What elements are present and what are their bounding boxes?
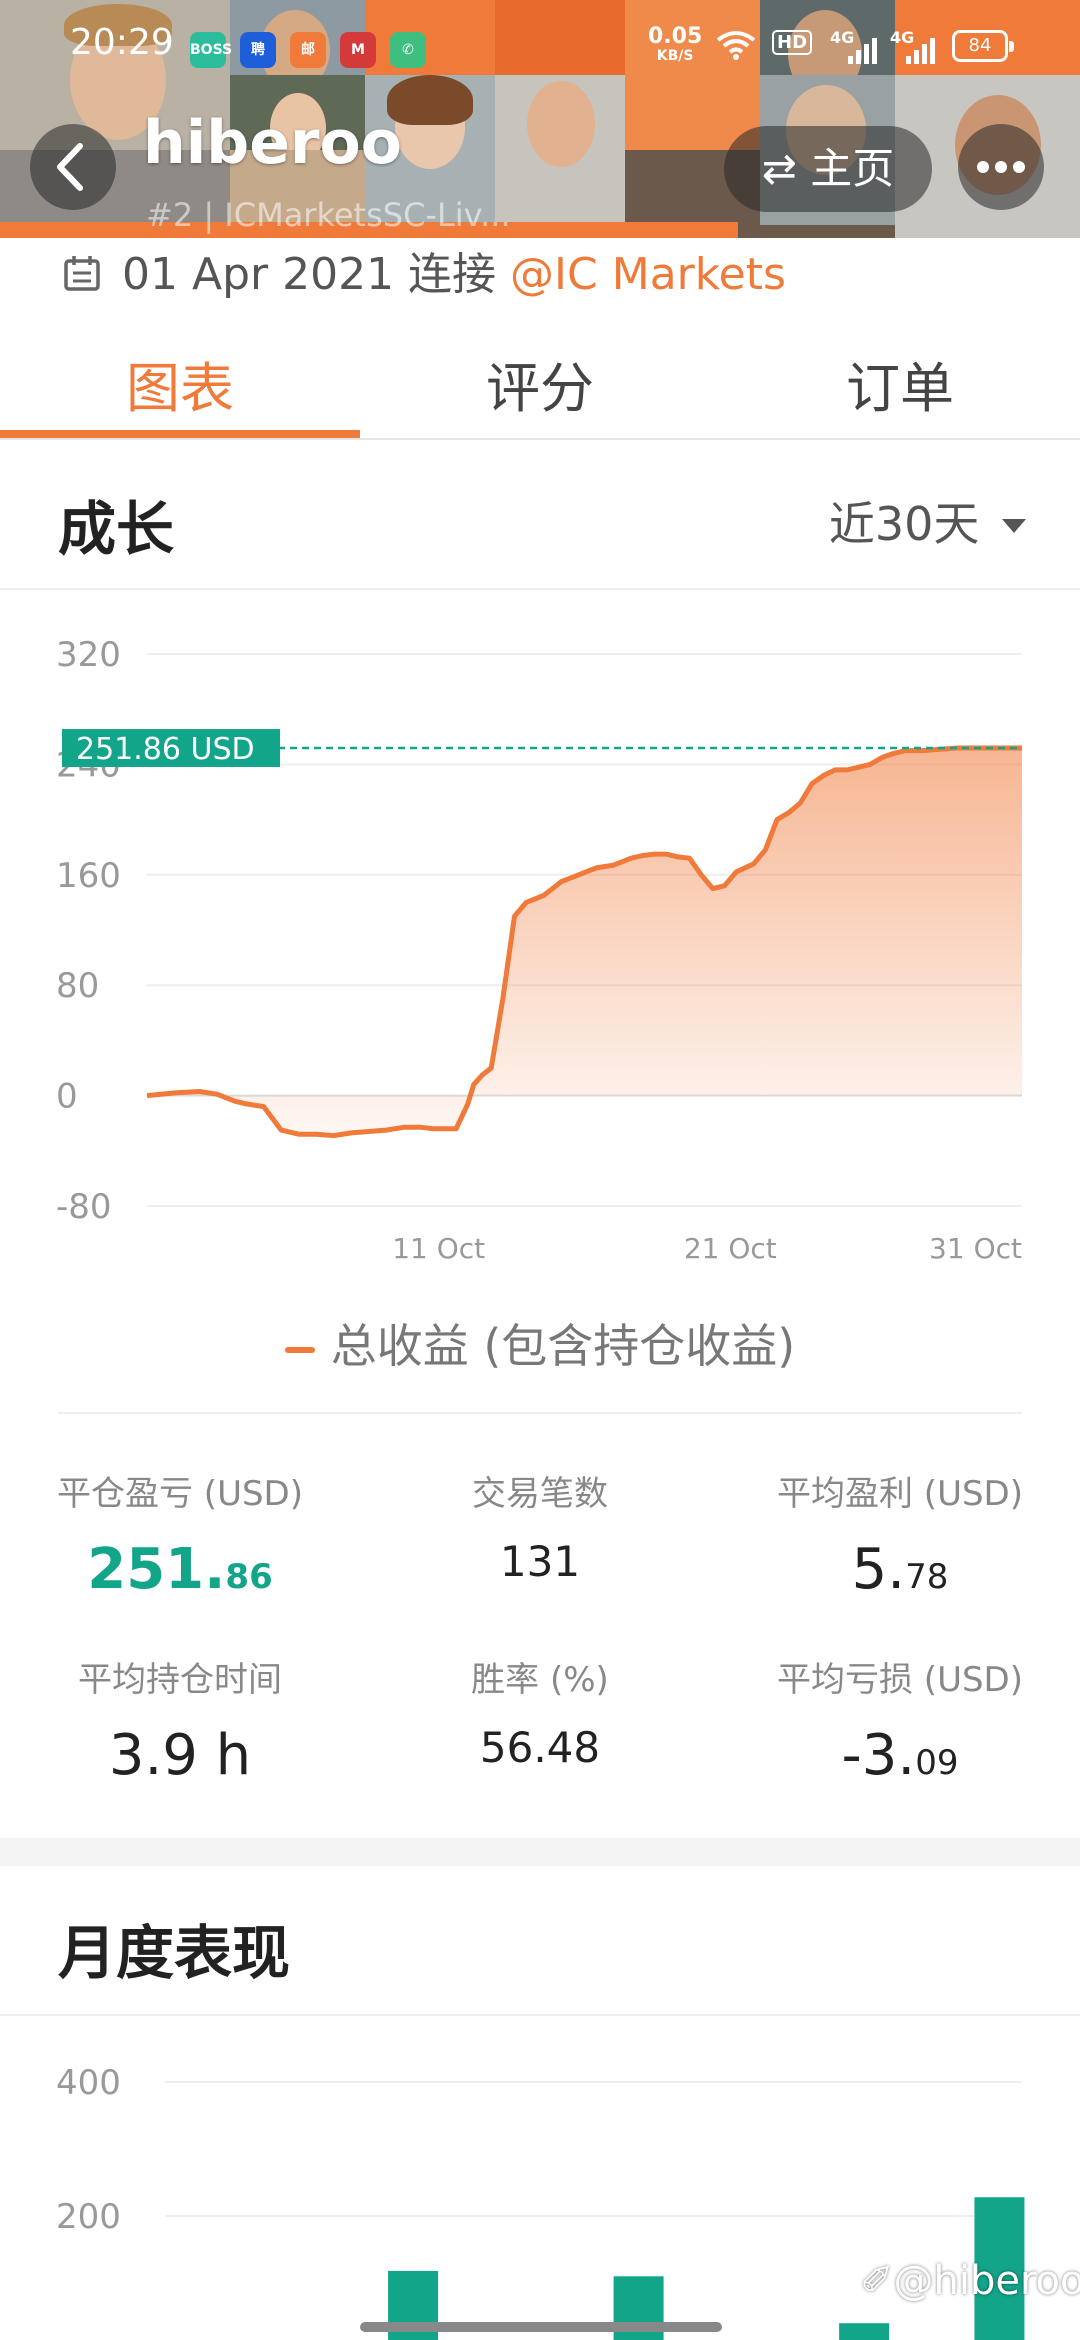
- bank-app-icon: M: [340, 32, 376, 68]
- stat-value-int: 5.: [851, 1537, 906, 1602]
- back-arrow-icon: [57, 143, 83, 191]
- monthly-title: 月度表现: [58, 1919, 291, 1987]
- stat-value-dec: 86: [225, 1557, 273, 1597]
- legend-swatch: [284, 1346, 315, 1353]
- stat-avg-hold-time: 平均持仓时间 3.9 h: [10, 1652, 350, 1788]
- x-tick-label: 11 Oct: [392, 1232, 485, 1265]
- profile-header: 20:29 BOSS 聘 邮 M ✆ 0.05 KB/S HD 4G 4G 84: [0, 0, 1080, 238]
- x-tick-label: 31 Oct: [929, 1232, 1022, 1265]
- section-gap: [0, 1838, 1080, 1866]
- chart-legend: 总收益 (包含持仓收益): [0, 1310, 1080, 1376]
- back-button[interactable]: [30, 124, 116, 210]
- signal-icon: [848, 38, 877, 64]
- stat-label: 平均持仓时间: [78, 1660, 282, 1700]
- stat-value: 56.48: [370, 1723, 710, 1772]
- connect-info: 01 Apr 2021 连接 @IC Markets: [62, 238, 786, 300]
- y-tick-label: 0: [56, 1077, 78, 1117]
- wifi-icon: [716, 31, 756, 60]
- stat-value-int: 251.: [87, 1537, 226, 1602]
- stat-value-dec: 09: [915, 1743, 959, 1783]
- divider: [0, 588, 1080, 590]
- caret-down-icon: [1002, 519, 1026, 533]
- network-speed-unit: KB/S: [656, 48, 694, 64]
- mail-app-icon: 邮: [290, 32, 326, 68]
- stat-trade-count: 交易笔数 131: [370, 1466, 710, 1586]
- y-tick-label: 160: [56, 856, 121, 896]
- growth-title: 成长: [58, 495, 175, 563]
- broker-link[interactable]: @IC Markets: [510, 249, 786, 300]
- stat-value: 3.9 h: [10, 1723, 350, 1788]
- trader-name: hiberoo: [143, 108, 402, 178]
- signal-icon: [906, 38, 935, 64]
- current-value-label: 251.86 USD: [62, 729, 280, 768]
- legend-label: 总收益 (包含持仓收益): [330, 1319, 796, 1373]
- status-bar: 20:29 BOSS 聘 邮 M ✆ 0.05 KB/S HD 4G 4G 84: [0, 0, 1080, 90]
- stat-value: 131: [370, 1537, 710, 1586]
- monthly-bar: [839, 2323, 890, 2340]
- active-tab-indicator: [0, 430, 360, 438]
- stat-avg-loss: 平均亏损 (USD) -3.09: [730, 1652, 1070, 1788]
- tab-orders[interactable]: 订单: [720, 344, 1080, 423]
- stat-label: 平均盈利 (USD): [777, 1474, 1023, 1514]
- more-button[interactable]: [958, 124, 1044, 210]
- tab-chart[interactable]: 图表: [0, 344, 360, 423]
- period-label: 近30天: [828, 497, 980, 551]
- status-time: 20:29: [70, 22, 174, 63]
- tab-rating[interactable]: 评分: [360, 344, 720, 423]
- stat-win-rate: 胜率 (%) 56.48: [370, 1652, 710, 1772]
- stat-value: -3.09: [730, 1723, 1070, 1788]
- home-button[interactable]: ⇄ 主页: [724, 126, 932, 212]
- y-tick-label: 80: [56, 966, 99, 1006]
- stat-value-dec: 78: [905, 1557, 949, 1597]
- recruit-app-icon: 聘: [240, 32, 276, 68]
- y-tick-label: -80: [56, 1187, 112, 1227]
- divider: [0, 2014, 1080, 2016]
- period-dropdown[interactable]: 近30天: [829, 488, 1028, 554]
- stat-label: 平仓盈亏 (USD): [57, 1474, 303, 1514]
- boss-app-icon: BOSS: [190, 32, 232, 68]
- account-subtitle: #2 | ICMarketsSC-Liv...: [146, 196, 511, 234]
- growth-area: [147, 748, 1022, 1136]
- watermark: ✐@hiberoo: [860, 2258, 1080, 2304]
- y-tick-label: 400: [56, 2063, 121, 2103]
- stat-value-int: 131: [499, 1537, 581, 1586]
- divider: [0, 438, 1080, 440]
- home-indicator[interactable]: [360, 2322, 722, 2332]
- network-speed-value: 0.05: [648, 24, 703, 49]
- stat-value-int: -3.: [841, 1723, 916, 1788]
- network-speed: 0.05 KB/S: [648, 24, 703, 65]
- stat-value: 251.86: [10, 1537, 350, 1602]
- background-photo: [495, 75, 625, 225]
- y-tick-label: 200: [56, 2197, 121, 2237]
- stat-value-int: 56.48: [479, 1723, 601, 1772]
- phone-app-icon: ✆: [390, 32, 426, 68]
- battery-icon: 84: [952, 30, 1014, 62]
- calendar-icon: [64, 256, 100, 291]
- current-value-text: 251.86 USD: [76, 732, 255, 767]
- stat-closed-pnl: 平仓盈亏 (USD) 251.86: [10, 1466, 350, 1602]
- divider: [58, 1412, 1022, 1414]
- stat-value-int: 3.9 h: [108, 1723, 252, 1788]
- x-tick-label: 21 Oct: [684, 1232, 777, 1265]
- connect-date: 01 Apr 2021 连接: [122, 249, 497, 300]
- stat-value: 5.78: [730, 1537, 1070, 1602]
- stat-label: 胜率 (%): [471, 1660, 609, 1700]
- more-dots-icon: [977, 161, 1025, 173]
- hd-icon: HD: [772, 30, 813, 55]
- y-tick-label: 320: [56, 635, 121, 675]
- stat-avg-profit: 平均盈利 (USD) 5.78: [730, 1466, 1070, 1602]
- stat-label: 交易笔数: [472, 1474, 608, 1514]
- stat-label: 平均亏损 (USD): [777, 1660, 1023, 1700]
- growth-chart: 320240160800-80 11 Oct21 Oct31 Oct 251.8…: [56, 635, 1022, 1265]
